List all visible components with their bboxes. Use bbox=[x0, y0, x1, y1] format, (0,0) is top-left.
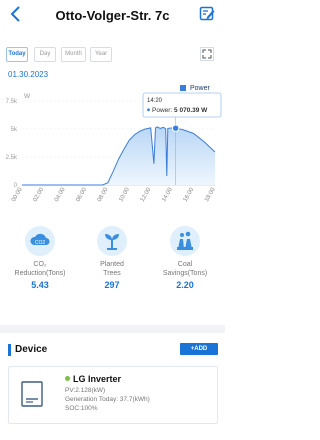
tooltip-value-number: 5 070.39 W bbox=[174, 107, 208, 114]
tooltip-dot bbox=[147, 108, 150, 112]
edit-icon[interactable] bbox=[199, 5, 215, 21]
device-generation: Generation Today: 37.7(kWh) bbox=[65, 396, 150, 403]
chart-date: 01.30.2023 bbox=[8, 70, 49, 79]
device-card[interactable]: LG Inverter PV:2.128(kW) Generation Toda… bbox=[8, 366, 218, 424]
fullscreen-icon[interactable] bbox=[200, 47, 214, 61]
tab-today[interactable]: Today bbox=[6, 47, 28, 62]
metric-trees-label-1: Planted bbox=[100, 261, 124, 268]
y-tick-label: 7.5k bbox=[6, 99, 18, 105]
highlight-point bbox=[171, 124, 180, 132]
add-device-button[interactable]: +ADD bbox=[180, 343, 218, 355]
device-name: LG Inverter bbox=[73, 374, 122, 384]
x-tick-label: 02:00 bbox=[32, 186, 45, 203]
co2-icon: CO2 bbox=[25, 226, 55, 256]
x-tick-label: 12:00 bbox=[140, 186, 153, 203]
tab-month[interactable]: Month bbox=[61, 47, 86, 62]
tab-year[interactable]: Year bbox=[90, 47, 112, 62]
top-bar: Otto-Volger-Str. 7c bbox=[0, 0, 225, 30]
y-unit-label: W bbox=[24, 93, 31, 100]
page-title: Otto-Volger-Str. 7c bbox=[55, 8, 170, 23]
x-tick-label: 18:00 bbox=[204, 186, 217, 203]
metric-trees-value: 297 bbox=[104, 280, 120, 290]
section-divider bbox=[0, 325, 225, 333]
metric-coal-label-2: Savings(Tons) bbox=[162, 270, 208, 277]
metric-coal-value: 2.20 bbox=[176, 280, 194, 290]
power-area bbox=[22, 126, 215, 185]
tree-icon bbox=[97, 226, 127, 256]
metric-co2-label-1: CO₂ bbox=[33, 261, 47, 268]
y-tick-label: 5k bbox=[11, 127, 18, 133]
metric-coal-label-1: Coal bbox=[177, 261, 193, 268]
online-status-dot bbox=[65, 376, 70, 381]
section-accent bbox=[8, 344, 11, 356]
tooltip-value: Power: 5 070.39 W bbox=[152, 107, 208, 114]
x-tick-label: 10:00 bbox=[118, 186, 131, 203]
x-tick-label: 04:00 bbox=[54, 186, 67, 203]
metric-co2-value: 5.43 bbox=[31, 280, 49, 290]
svg-text:CO2: CO2 bbox=[35, 240, 46, 246]
device-section-title: Device bbox=[15, 344, 48, 355]
metric-trees: Planted Trees 297 bbox=[77, 226, 147, 290]
x-tick-label: 14:00 bbox=[161, 186, 174, 203]
device-pv: PV:2.128(kW) bbox=[65, 387, 106, 394]
x-tick-label: 08:00 bbox=[97, 186, 110, 203]
inverter-icon bbox=[21, 381, 43, 407]
x-tick-label: 06:00 bbox=[75, 186, 88, 203]
tab-day[interactable]: Day bbox=[34, 47, 56, 62]
metric-co2: CO2 CO₂ Reduction(Tons) 5.43 bbox=[5, 226, 75, 290]
metric-trees-label-2: Trees bbox=[103, 270, 121, 277]
x-tick-label: 16:00 bbox=[183, 186, 196, 203]
metric-coal: Coal Savings(Tons) 2.20 bbox=[150, 226, 220, 290]
power-chart[interactable]: 02.5k5k7.5kW00:00 02:00 04:00 06:00 08:00 10:… bbox=[0, 88, 225, 213]
coal-plant-icon bbox=[170, 226, 200, 256]
metric-co2-label-2: Reduction(Tons) bbox=[14, 270, 66, 277]
device-soc: SOC:100% bbox=[65, 405, 98, 412]
y-tick-label: 2.5k bbox=[6, 155, 18, 161]
tooltip-time: 14:20 bbox=[147, 98, 163, 104]
